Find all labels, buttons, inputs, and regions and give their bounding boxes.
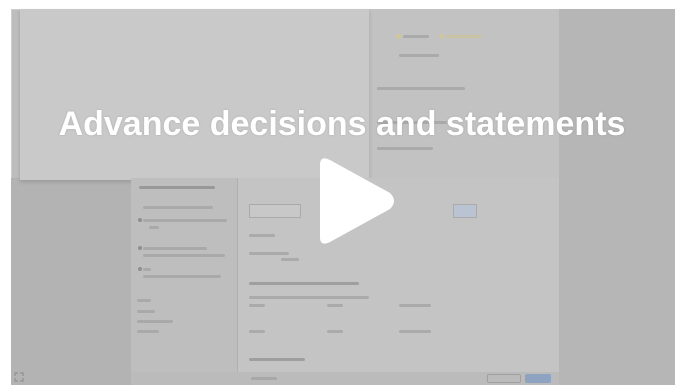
bullet: [138, 218, 142, 222]
blurred-button: [453, 204, 477, 218]
status-dot: [396, 34, 401, 39]
blurred-text: [249, 252, 289, 255]
bullet: [138, 246, 142, 250]
blurred-text: [377, 147, 433, 150]
blurred-text: [143, 219, 227, 222]
video-thumbnail[interactable]: Advance decisions and statements: [0, 0, 684, 391]
blurred-secondary-button: [487, 374, 521, 383]
blurred-text: [249, 330, 265, 333]
blurred-select: [249, 204, 301, 218]
background-header-strip: [369, 9, 559, 178]
blurred-text: [137, 320, 173, 323]
blurred-text: [249, 296, 369, 299]
play-icon: [320, 158, 394, 244]
blurred-heading: [249, 282, 359, 285]
blurred-text: [137, 310, 155, 313]
blurred-text: [399, 330, 431, 333]
video-title: Advance decisions and statements: [58, 105, 626, 143]
blurred-text: [251, 377, 277, 380]
blurred-text: [143, 254, 225, 257]
blurred-primary-button: [525, 374, 551, 383]
expand-icon: [14, 372, 24, 382]
blurred-text: [137, 330, 159, 333]
background-left-column: [11, 178, 131, 385]
background-right-pane: [559, 9, 675, 385]
blurred-heading: [249, 358, 305, 361]
blurred-text: [249, 304, 265, 307]
blurred-heading: [139, 186, 215, 189]
blurred-text: [137, 299, 151, 302]
bullet: [138, 267, 142, 271]
play-button[interactable]: [314, 155, 398, 247]
status-dot: [439, 34, 444, 39]
background-footer-bar: [131, 372, 559, 385]
blurred-text: [249, 234, 275, 237]
blurred-text: [149, 226, 159, 229]
blurred-text: [143, 268, 151, 271]
blurred-text: [446, 35, 482, 38]
background-form-sidebar: [131, 178, 238, 372]
blurred-text: [327, 330, 343, 333]
blurred-text: [143, 275, 221, 278]
blurred-text: [377, 87, 465, 90]
blurred-text: [399, 54, 439, 57]
blurred-text: [403, 35, 429, 38]
blurred-text: [143, 247, 207, 250]
blurred-text: [327, 304, 343, 307]
blurred-text: [281, 258, 299, 261]
blurred-text: [143, 206, 213, 209]
blurred-text: [399, 304, 431, 307]
